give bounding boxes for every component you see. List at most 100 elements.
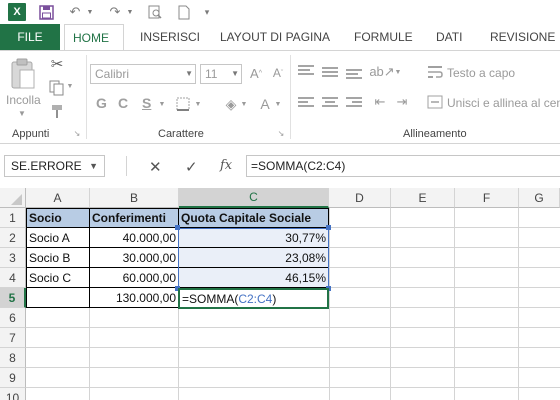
cell-c4[interactable]: 46,15% — [178, 268, 329, 288]
redo-dropdown-icon[interactable]: ▼ — [126, 3, 134, 21]
decrease-indent-icon[interactable]: ⇤ — [372, 93, 388, 111]
column-header-f[interactable]: F — [455, 188, 519, 208]
cell-b1[interactable]: Conferimenti — [89, 208, 179, 228]
row-header-4[interactable]: 4 — [0, 268, 26, 288]
redo-icon[interactable]: ↷ — [104, 3, 126, 21]
column-header-d[interactable]: D — [329, 188, 391, 208]
tab-home[interactable]: HOME — [64, 24, 124, 50]
undo-icon[interactable]: ↶ — [64, 3, 86, 21]
row-header-3[interactable]: 3 — [0, 248, 26, 268]
paste-dropdown-icon[interactable]: ▼ — [16, 109, 28, 118]
align-right-icon[interactable] — [346, 97, 362, 109]
italic-button[interactable]: C — [118, 95, 128, 111]
row-header-8[interactable]: 8 — [0, 348, 26, 368]
tab-page-layout[interactable]: LAYOUT DI PAGINA — [220, 24, 330, 50]
cell-c3[interactable]: 23,08% — [178, 248, 329, 268]
alignment-group-label: Allineamento — [403, 128, 467, 140]
fill-color-dropdown-icon[interactable]: ▼ — [240, 101, 248, 108]
borders-dropdown-icon[interactable]: ▼ — [194, 101, 202, 108]
formula-bar-divider — [126, 156, 127, 176]
underline-button[interactable]: S — [142, 95, 151, 111]
align-center-icon[interactable] — [322, 97, 338, 109]
save-icon[interactable] — [36, 3, 56, 21]
column-header-c[interactable]: C — [179, 188, 329, 208]
new-document-icon[interactable] — [176, 3, 192, 21]
row-header-1[interactable]: 1 — [0, 208, 26, 228]
underline-dropdown-icon[interactable]: ▼ — [158, 101, 166, 108]
column-header-e[interactable]: E — [391, 188, 455, 208]
row-header-6[interactable]: 6 — [0, 308, 26, 328]
row-header-10[interactable]: 10 — [0, 388, 26, 400]
column-divider — [89, 308, 90, 400]
borders-icon[interactable] — [174, 95, 192, 113]
cell-b4[interactable]: 60.000,00 — [89, 268, 179, 288]
column-header-g[interactable]: G — [519, 188, 560, 208]
font-launcher-icon[interactable]: ↘ — [276, 129, 286, 138]
cell-a3[interactable]: Socio B — [26, 248, 90, 268]
cell-a1[interactable]: Socio — [26, 208, 90, 228]
name-box-dropdown-icon[interactable]: ▼ — [89, 161, 98, 171]
orientation-icon[interactable]: ab↗ — [369, 63, 394, 81]
tab-insert[interactable]: INSERISCI — [140, 24, 200, 50]
tab-review[interactable]: REVISIONE — [490, 24, 555, 50]
font-family-select[interactable]: Calibri ▼ — [90, 64, 196, 84]
print-preview-icon[interactable] — [146, 3, 164, 21]
increase-indent-icon[interactable]: ⇥ — [394, 93, 410, 111]
tab-file[interactable]: FILE — [0, 24, 60, 50]
align-middle-icon[interactable] — [322, 67, 338, 79]
row-header-9[interactable]: 9 — [0, 368, 26, 388]
select-all-corner[interactable] — [0, 188, 26, 208]
merge-center-button[interactable]: Unisci e allinea al centro — [447, 96, 560, 110]
ribbon-tab-bar: FILE HOME INSERISCI LAYOUT DI PAGINA FOR… — [0, 24, 560, 50]
tab-formulas[interactable]: FORMULE — [354, 24, 413, 50]
orientation-dropdown-icon[interactable]: ▼ — [394, 69, 402, 76]
customize-toolbar-icon[interactable]: ▾ — [202, 3, 212, 21]
font-color-icon[interactable]: A — [256, 95, 274, 113]
copy-dropdown-icon[interactable]: ▼ — [66, 83, 74, 90]
decrease-font-size-icon[interactable]: Aˇ — [270, 66, 286, 80]
copy-icon[interactable] — [48, 79, 66, 97]
cancel-icon[interactable]: ✕ — [149, 158, 162, 176]
wrap-text-icon[interactable] — [426, 63, 444, 81]
insert-function-icon[interactable]: fx — [220, 158, 232, 173]
align-bottom-icon[interactable] — [346, 69, 362, 81]
column-header-b[interactable]: B — [90, 188, 179, 208]
fill-color-icon[interactable]: ◈ — [222, 95, 240, 113]
clipboard-launcher-icon[interactable]: ↘ — [72, 129, 82, 138]
range-handle[interactable] — [326, 225, 331, 230]
cell-a4[interactable]: Socio C — [26, 268, 90, 288]
align-top-icon[interactable] — [298, 65, 314, 77]
cell-b3[interactable]: 30.000,00 — [89, 248, 179, 268]
row-header-5[interactable]: 5 — [0, 288, 26, 308]
cell-b5[interactable]: 130.000,00 — [89, 288, 179, 308]
font-size-select[interactable]: 11 ▼ — [200, 64, 242, 84]
increase-font-size-icon[interactable]: A ^ — [248, 66, 264, 81]
cell-a5[interactable] — [26, 288, 90, 308]
align-left-icon[interactable] — [298, 97, 314, 109]
font-family-dropdown-icon: ▼ — [185, 69, 193, 78]
cell-c1[interactable]: Quota Capitale Sociale — [178, 208, 329, 228]
name-box[interactable]: SE.ERRORE ▼ — [4, 155, 105, 177]
paste-icon[interactable] — [8, 57, 38, 93]
cell-b2[interactable]: 40.000,00 — [89, 228, 179, 248]
cell-c2[interactable]: 30,77% — [178, 228, 329, 248]
undo-dropdown-icon[interactable]: ▼ — [86, 3, 94, 21]
row-header-2[interactable]: 2 — [0, 228, 26, 248]
bold-button[interactable]: G — [96, 95, 107, 111]
cell-a2[interactable]: Socio A — [26, 228, 90, 248]
cut-icon[interactable]: ✂ — [48, 55, 66, 73]
cell-c5-editing[interactable]: =SOMMA(C2:C4) — [178, 288, 329, 309]
font-color-dropdown-icon[interactable]: ▼ — [274, 101, 282, 108]
name-box-value: SE.ERRORE — [11, 159, 82, 173]
range-handle[interactable] — [175, 225, 180, 230]
column-divider — [390, 208, 391, 400]
enter-icon[interactable]: ✓ — [185, 158, 198, 176]
row-header-7[interactable]: 7 — [0, 328, 26, 348]
merge-center-icon[interactable] — [426, 93, 444, 111]
column-header-a[interactable]: A — [26, 188, 90, 208]
paste-button-label[interactable]: Incolla — [6, 93, 41, 107]
formula-input[interactable]: =SOMMA(C2:C4) — [246, 155, 560, 177]
format-painter-icon[interactable] — [48, 103, 66, 121]
tab-data[interactable]: DATI — [436, 24, 462, 50]
wrap-text-button[interactable]: Testo a capo — [447, 66, 515, 80]
